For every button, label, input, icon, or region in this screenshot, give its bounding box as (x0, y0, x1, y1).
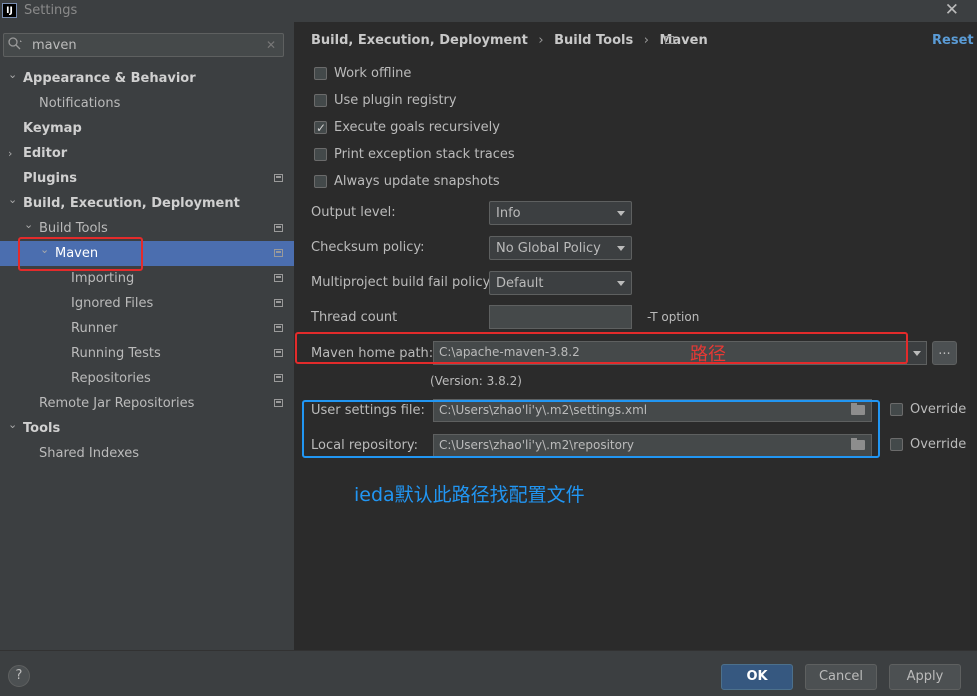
project-scope-icon (274, 349, 283, 357)
chevron-down-icon[interactable]: ⌄ (8, 62, 20, 87)
fail-policy-label: Multiproject build fail policy: (311, 275, 494, 290)
sidebar-item-label: Build, Execution, Deployment (23, 196, 240, 211)
chevron-right-icon[interactable]: › (8, 141, 20, 166)
sidebar-item-runner[interactable]: Runner (0, 316, 294, 341)
clear-search-icon[interactable]: ✕ (266, 38, 276, 52)
checksum-policy-select[interactable]: No Global Policy (489, 236, 632, 260)
sidebar-item-tools[interactable]: ⌄ Tools (0, 416, 294, 441)
use-plugin-registry-label: Use plugin registry (334, 93, 457, 108)
project-scope-icon (274, 374, 283, 382)
breadcrumb-build-tools: Build Tools (554, 33, 634, 48)
chevron-down-icon (913, 351, 921, 356)
sidebar-item-label: Repositories (71, 371, 151, 386)
sidebar-item-build-execution-deployment[interactable]: ⌄ Build, Execution, Deployment (0, 191, 294, 216)
cancel-button[interactable]: Cancel (805, 664, 877, 690)
output-level-value: Info (496, 206, 521, 221)
project-scope-icon (274, 399, 283, 407)
chevron-down-icon (617, 211, 625, 216)
window-title: Settings (24, 3, 78, 18)
fail-policy-value: Default (496, 276, 544, 291)
execute-goals-recursively-checkbox[interactable] (314, 118, 327, 138)
title-bar (0, 0, 977, 22)
red-annotation-box-maven (18, 237, 143, 271)
chevron-down-icon[interactable]: ⌄ (8, 187, 20, 212)
sidebar-item-label: Runner (71, 321, 118, 336)
local-repository-override-checkbox[interactable] (890, 438, 903, 451)
maven-home-dropdown-button[interactable] (906, 341, 927, 365)
chevron-down-icon[interactable]: ⌄ (8, 412, 20, 437)
sidebar-item-notifications[interactable]: Notifications (0, 91, 294, 116)
sidebar-item-shared-indexes[interactable]: Shared Indexes (0, 441, 294, 466)
sidebar-item-label: Tools (23, 421, 61, 436)
thread-count-label: Thread count (311, 310, 398, 325)
ok-button[interactable]: OK (721, 664, 793, 690)
help-button[interactable]: ? (8, 665, 30, 687)
always-update-snapshots-label: Always update snapshots (334, 174, 500, 189)
red-annotation-box (295, 332, 908, 364)
project-scope-icon (274, 174, 283, 182)
sidebar-item-label: Shared Indexes (39, 446, 140, 461)
print-exception-label: Print exception stack traces (334, 147, 515, 162)
sidebar-item-ignored-files[interactable]: Ignored Files (0, 291, 294, 316)
work-offline-checkbox[interactable] (314, 67, 327, 80)
t-option-hint: -T option (647, 310, 700, 324)
chevron-down-icon (617, 281, 625, 286)
sidebar-item-label: Ignored Files (71, 296, 154, 311)
project-scope-icon (665, 36, 674, 44)
sidebar-item-label: Notifications (39, 96, 121, 111)
breadcrumb-separator: › (538, 33, 544, 48)
sidebar-item-running-tests[interactable]: Running Tests (0, 341, 294, 366)
chevron-down-icon (617, 246, 625, 251)
always-update-snapshots-checkbox[interactable] (314, 175, 327, 188)
sidebar-item-keymap[interactable]: Keymap (0, 116, 294, 141)
sidebar-item-label: Keymap (23, 121, 82, 136)
override-label: Override (910, 402, 967, 417)
chevron-down-icon[interactable]: ⌄ (24, 212, 36, 237)
print-exception-checkbox[interactable] (314, 148, 327, 161)
output-level-select[interactable]: Info (489, 201, 632, 225)
project-scope-icon (274, 274, 283, 282)
thread-count-input[interactable] (489, 305, 632, 329)
sidebar-item-editor[interactable]: › Editor (0, 141, 294, 166)
maven-version-label: (Version: 3.8.2) (430, 374, 522, 388)
breadcrumb-separator: › (643, 33, 649, 48)
blue-annotation-box (302, 400, 880, 458)
project-scope-icon (274, 249, 283, 257)
reset-link[interactable]: Reset (932, 33, 974, 48)
browse-button[interactable]: ... (932, 341, 957, 365)
sidebar-item-repositories[interactable]: Repositories (0, 366, 294, 391)
sidebar-item-label: Plugins (23, 171, 77, 186)
user-settings-override-checkbox[interactable] (890, 403, 903, 416)
output-level-label: Output level: (311, 205, 396, 220)
sidebar-item-appearance-behavior[interactable]: ⌄ Appearance & Behavior (0, 66, 294, 91)
blue-annotation-text: ieda默认此路径找配置文件 (354, 484, 585, 506)
project-scope-icon (274, 324, 283, 332)
use-plugin-registry-checkbox[interactable] (314, 94, 327, 107)
sidebar-item-label: Remote Jar Repositories (39, 396, 195, 411)
search-value: maven (32, 38, 77, 53)
intellij-logo-icon: IJ (2, 3, 17, 18)
checksum-policy-label: Checksum policy: (311, 240, 425, 255)
execute-goals-recursively-label: Execute goals recursively (334, 120, 500, 135)
close-icon[interactable]: ✕ (945, 0, 959, 20)
breadcrumb-build-execution: Build, Execution, Deployment (311, 33, 528, 48)
sidebar-item-label: Running Tests (71, 346, 161, 361)
fail-policy-select[interactable]: Default (489, 271, 632, 295)
sidebar-item-plugins[interactable]: Plugins (0, 166, 294, 191)
sidebar-item-label: Appearance & Behavior (23, 71, 196, 86)
sidebar-item-remote-jar-repositories[interactable]: Remote Jar Repositories (0, 391, 294, 416)
search-icon (8, 37, 22, 50)
apply-button[interactable]: Apply (889, 664, 961, 690)
project-scope-icon (274, 224, 283, 232)
work-offline-label: Work offline (334, 66, 412, 81)
sidebar-item-label: Editor (23, 146, 68, 161)
override-label: Override (910, 437, 967, 452)
checksum-policy-value: No Global Policy (496, 241, 601, 256)
breadcrumb: Build, Execution, Deployment › Build Too… (311, 33, 714, 48)
red-annotation-text: 路径 (690, 344, 726, 365)
project-scope-icon (274, 299, 283, 307)
